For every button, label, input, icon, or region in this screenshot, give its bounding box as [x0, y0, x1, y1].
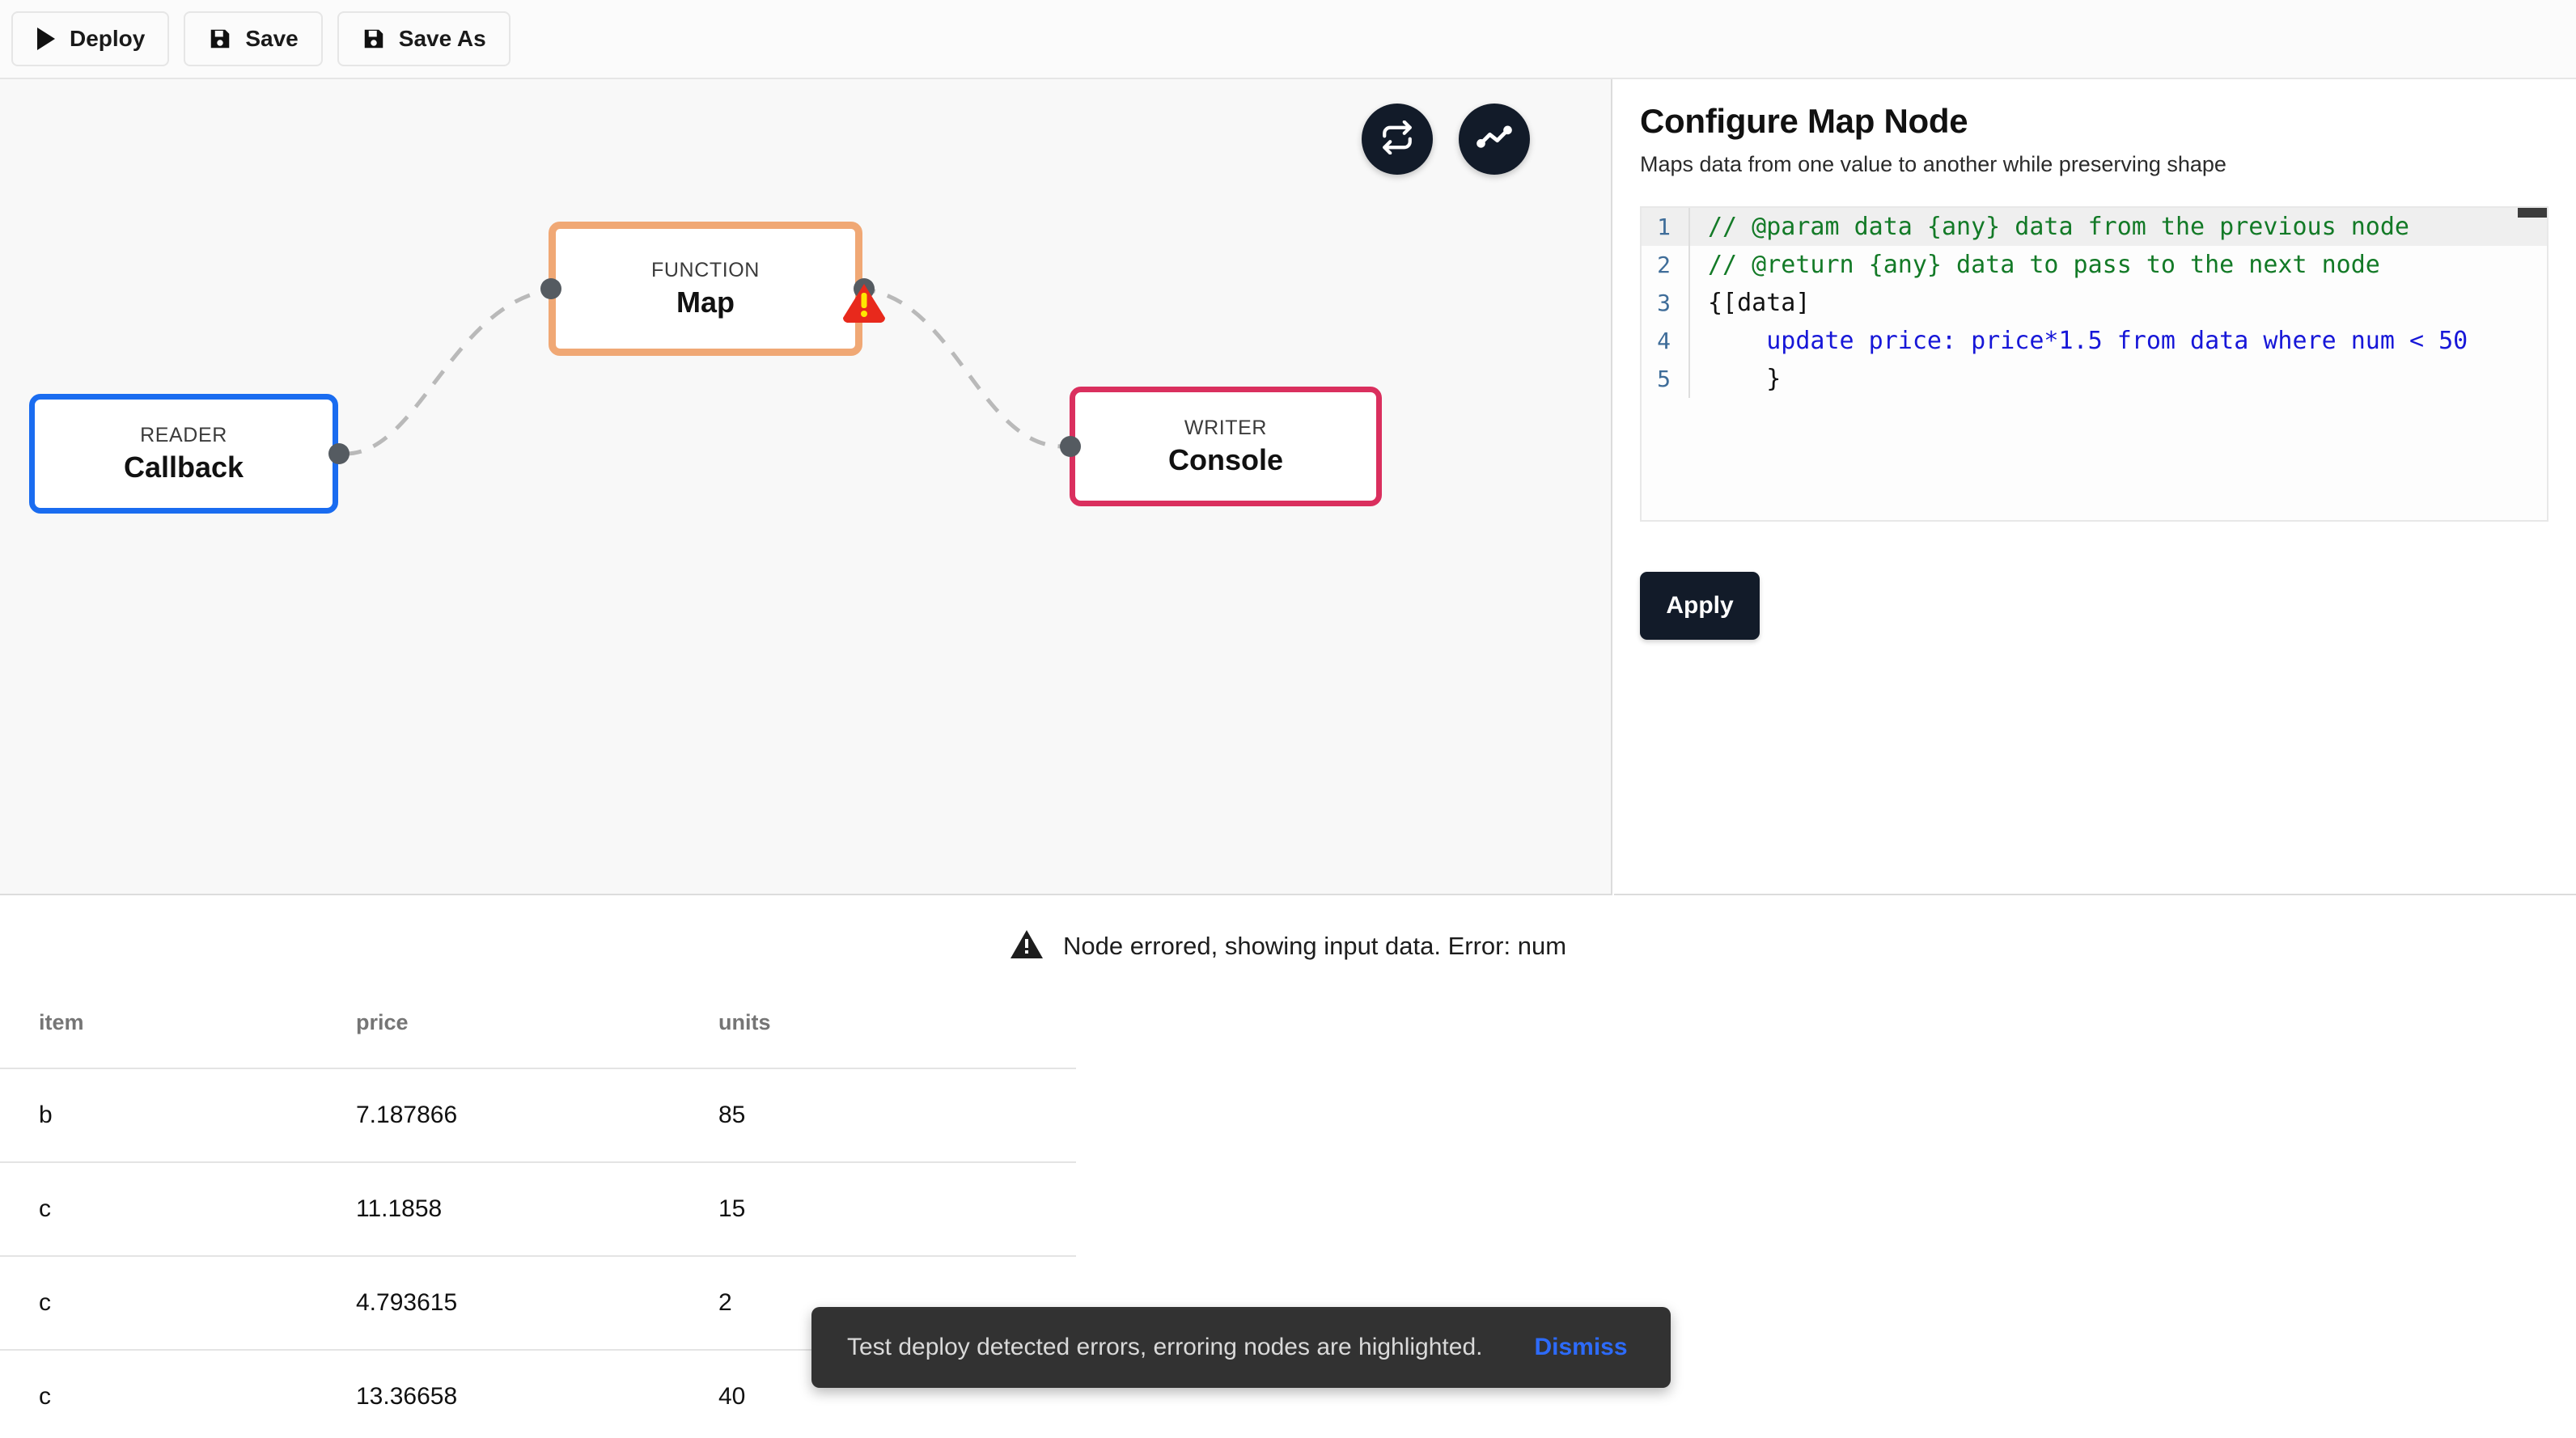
save-button[interactable]: Save [184, 11, 323, 66]
deploy-button[interactable]: Deploy [11, 11, 170, 66]
code-token-keyword: update price: price*1.5 from data where … [1708, 327, 2468, 355]
node-function-map[interactable]: FUNCTION Map [549, 222, 862, 356]
error-warning-icon[interactable] [841, 282, 887, 323]
line-number: 5 [1657, 366, 1671, 392]
table-row[interactable]: b 7.187866 85 [0, 1068, 1076, 1163]
cell-price: 4.793615 [356, 1256, 718, 1351]
refresh-icon [1380, 120, 1414, 159]
panel-subtitle: Maps data from one value to another whil… [1640, 152, 2226, 176]
save-button-label: Save [245, 26, 299, 51]
code-line[interactable]: 3 {[data] [1642, 284, 2547, 322]
column-header-item[interactable]: item [0, 996, 356, 1069]
toast-message: Test deploy detected errors, erroring no… [847, 1334, 1483, 1360]
refresh-button[interactable] [1362, 104, 1433, 175]
code-token-plain: {[data] [1708, 289, 1811, 317]
node-error-text: Node errored, showing input data. Error:… [1062, 932, 1567, 960]
column-header-price[interactable]: price [356, 996, 718, 1069]
test-run-button[interactable] [1459, 104, 1530, 175]
node-kind-label: WRITER [1184, 416, 1268, 439]
panel-title: Configure Map Node [1640, 102, 1968, 140]
code-line[interactable]: 4 update price: price*1.5 from data wher… [1642, 322, 2547, 360]
line-number: 1 [1657, 214, 1671, 240]
floppy-disk-icon [362, 27, 386, 51]
cell-units: 15 [718, 1162, 1076, 1257]
code-token-comment: // @return {any} data to pass to the nex… [1708, 251, 2380, 279]
editor-horizontal-scrollbar[interactable] [2518, 208, 2547, 218]
code-line[interactable]: 2 // @return {any} data to pass to the n… [1642, 246, 2547, 284]
node-output-port[interactable] [328, 443, 350, 464]
floppy-disk-icon [208, 27, 232, 51]
node-input-port[interactable] [1060, 436, 1081, 457]
code-line-text: {[data] [1688, 284, 1810, 322]
line-number: 3 [1657, 290, 1671, 316]
node-error-banner: Node errored, showing input data. Error:… [0, 897, 2576, 996]
code-line-text: } [1688, 360, 1781, 398]
play-icon [36, 27, 57, 51]
code-line-text: // @param data {any} data from the previ… [1688, 208, 2409, 246]
code-line-text: update price: price*1.5 from data where … [1688, 322, 2468, 360]
code-token-comment: // @param data {any} data from the previ… [1708, 213, 2409, 241]
activity-chart-icon [1477, 120, 1512, 159]
apply-button[interactable]: Apply [1640, 572, 1760, 640]
code-line-text: // @return {any} data to pass to the nex… [1688, 246, 2380, 284]
node-writer-console[interactable]: WRITER Console [1070, 387, 1382, 506]
cell-item: b [0, 1068, 356, 1163]
code-editor[interactable]: 1 // @param data {any} data from the pre… [1640, 206, 2548, 522]
flow-canvas[interactable]: READER Callback FUNCTION Map WRITER Cons… [0, 79, 1612, 895]
dismiss-button[interactable]: Dismiss [1534, 1334, 1627, 1361]
node-name-label: Callback [123, 450, 244, 484]
cell-price: 11.1858 [356, 1162, 718, 1257]
table-row[interactable]: c 11.1858 15 [0, 1162, 1076, 1257]
canvas-action-buttons [1362, 104, 1530, 175]
line-number: 4 [1657, 328, 1671, 354]
node-name-label: Map [676, 285, 735, 319]
cell-item: c [0, 1256, 356, 1351]
save-as-button[interactable]: Save As [337, 11, 511, 66]
cell-item: c [0, 1162, 356, 1257]
code-token-plain: } [1708, 365, 1782, 393]
cell-units: 85 [718, 1068, 1076, 1163]
code-line[interactable]: 5 } [1642, 360, 2547, 398]
column-header-units[interactable]: units [718, 996, 1076, 1069]
main-toolbar: Deploy Save Save As [0, 0, 2576, 79]
cell-price: 7.187866 [356, 1068, 718, 1163]
node-kind-label: FUNCTION [651, 258, 760, 281]
warning-triangle-icon [1010, 929, 1044, 964]
code-line[interactable]: 1 // @param data {any} data from the pre… [1642, 208, 2547, 246]
save-as-button-label: Save As [398, 26, 486, 51]
table-header-row: item price units [0, 996, 1076, 1069]
cell-price: 13.36658 [356, 1350, 718, 1438]
deploy-error-toast: Test deploy detected errors, erroring no… [811, 1307, 1671, 1388]
deploy-button-label: Deploy [70, 26, 146, 51]
configure-node-panel: Configure Map Node Maps data from one va… [1614, 79, 2576, 895]
node-name-label: Console [1167, 442, 1283, 476]
node-reader-callback[interactable]: READER Callback [29, 394, 338, 514]
node-kind-label: READER [140, 423, 227, 446]
node-input-port[interactable] [540, 278, 561, 299]
cell-item: c [0, 1350, 356, 1438]
line-number: 2 [1657, 252, 1671, 278]
